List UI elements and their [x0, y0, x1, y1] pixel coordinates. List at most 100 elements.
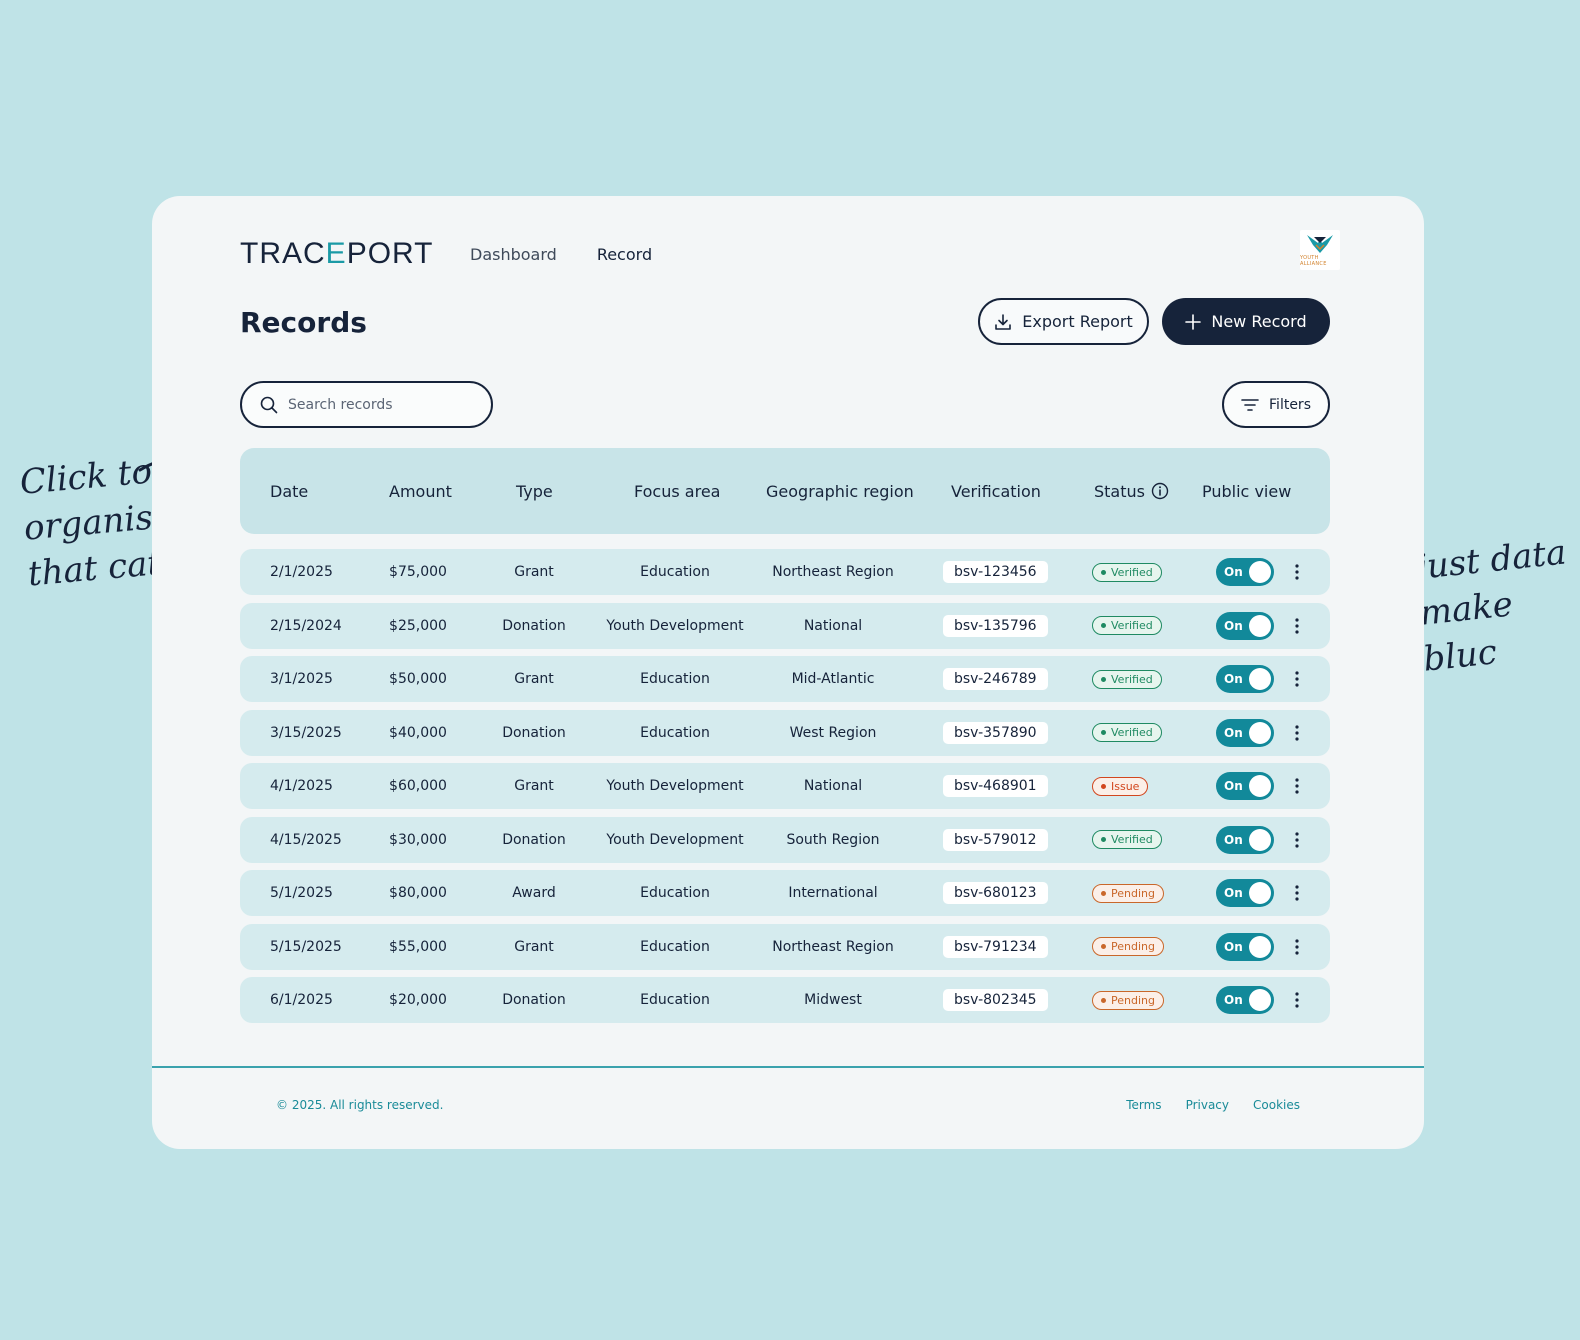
verification-id[interactable]: bsv-357890: [943, 721, 1048, 744]
cell-verification: bsv-791234: [943, 924, 1048, 970]
public-view-toggle[interactable]: On: [1216, 611, 1274, 640]
cell-date: 5/15/2025: [270, 938, 342, 955]
footer-link-cookies[interactable]: Cookies: [1253, 1098, 1300, 1112]
status-badge: Pending: [1092, 990, 1164, 1010]
column-header-type[interactable]: Type: [516, 448, 553, 534]
cell-public-view: On: [1216, 656, 1274, 702]
row-more-menu[interactable]: [1294, 656, 1300, 702]
nav-record[interactable]: Record: [597, 245, 652, 264]
row-more-menu[interactable]: [1294, 603, 1300, 649]
cell-geographic-region: Northeast Region: [772, 564, 894, 580]
cell-type: Donation: [502, 992, 566, 1008]
logo-text-1: TRAC: [240, 237, 326, 270]
status-badge: Issue: [1092, 776, 1149, 796]
verification-id[interactable]: bsv-135796: [943, 614, 1048, 637]
row-more-menu[interactable]: [1294, 549, 1300, 595]
column-header-date[interactable]: Date: [270, 448, 308, 534]
verification-id[interactable]: bsv-468901: [943, 775, 1048, 797]
more-vertical-icon: [1295, 617, 1299, 634]
plus-icon: [1185, 313, 1202, 330]
public-view-toggle[interactable]: On: [1216, 879, 1274, 907]
cell-date: 4/15/2025: [270, 831, 342, 848]
cell-status: Verified: [1092, 710, 1162, 756]
table-row[interactable]: 5/1/2025 $80,000 Award Education Internation…: [240, 870, 1330, 916]
more-vertical-icon: [1295, 992, 1299, 1008]
cell-public-view: On: [1216, 924, 1274, 970]
more-vertical-icon: [1295, 724, 1299, 741]
table-row[interactable]: 6/1/2025 $20,000 Donation Education Midwest b…: [240, 977, 1330, 1023]
verification-id[interactable]: bsv-802345: [943, 989, 1048, 1011]
verification-id[interactable]: bsv-680123: [943, 882, 1048, 904]
table-row[interactable]: 3/1/2025 $50,000 Grant Education Mid-Atlanti…: [240, 656, 1330, 702]
toggle-knob: [1249, 561, 1271, 583]
column-header-verification[interactable]: Verification: [951, 448, 1041, 534]
status-dot: [1101, 569, 1106, 575]
cell-geographic-region: National: [803, 778, 863, 794]
cell-public-view: On: [1216, 603, 1274, 649]
footer-link-terms[interactable]: Terms: [1126, 1098, 1161, 1112]
toggle-label: On: [1224, 939, 1243, 954]
nav-dashboard[interactable]: Dashboard: [470, 245, 557, 264]
verification-id[interactable]: bsv-579012: [943, 828, 1048, 851]
column-header-status[interactable]: Status: [1094, 448, 1169, 534]
public-view-toggle[interactable]: On: [1216, 986, 1274, 1014]
cell-date: 4/1/2025: [270, 778, 333, 794]
public-view-toggle[interactable]: On: [1216, 932, 1274, 961]
toggle-knob: [1249, 775, 1271, 797]
toggle-label: On: [1224, 565, 1243, 579]
verification-id[interactable]: bsv-123456: [943, 561, 1048, 583]
table-row[interactable]: 2/1/2025 $75,000 Grant Education Northeast R…: [240, 549, 1330, 595]
public-view-toggle[interactable]: On: [1216, 718, 1274, 747]
cell-type: Award: [512, 885, 556, 901]
status-dot: [1101, 944, 1106, 949]
filter-icon: [1241, 398, 1259, 411]
column-header-public-view[interactable]: Public view: [1202, 448, 1291, 534]
export-report-button[interactable]: Export Report: [978, 298, 1149, 345]
public-view-toggle[interactable]: On: [1216, 825, 1274, 854]
column-header-label: Verification: [951, 481, 1041, 501]
column-header-geographic-region[interactable]: Geographic region: [766, 448, 914, 534]
cell-verification: bsv-357890: [943, 710, 1048, 756]
cell-date: 2/1/2025: [270, 564, 333, 580]
table-row[interactable]: 5/15/2025 $55,000 Grant Education Northeast …: [240, 923, 1330, 970]
info-icon[interactable]: [1151, 482, 1169, 500]
verification-id[interactable]: bsv-246789: [943, 668, 1048, 690]
column-header-focus-area[interactable]: Focus area: [634, 448, 720, 534]
cell-geographic-region: International: [788, 885, 878, 901]
column-header-amount[interactable]: Amount: [389, 448, 452, 534]
status-dot: [1101, 676, 1106, 682]
toggle-knob: [1249, 935, 1271, 958]
table-row[interactable]: 4/1/2025 $60,000 Grant Youth Development Nat…: [240, 763, 1330, 809]
table-row[interactable]: 4/15/2025 $30,000 Donation Youth Developmen…: [240, 816, 1330, 863]
table-row[interactable]: 2/15/2024 $25,000 Donation Youth Developmen…: [240, 602, 1330, 649]
row-more-menu[interactable]: [1294, 977, 1300, 1023]
cell-focus-area: Education: [640, 885, 710, 901]
search-input[interactable]: [288, 396, 468, 413]
more-vertical-icon: [1295, 938, 1299, 955]
row-more-menu[interactable]: [1294, 870, 1300, 916]
new-record-button[interactable]: New Record: [1162, 298, 1330, 345]
page-title: Records: [240, 306, 367, 339]
row-more-menu[interactable]: [1294, 710, 1300, 756]
status-label: Verified: [1111, 619, 1153, 632]
public-view-toggle[interactable]: On: [1216, 558, 1274, 586]
row-more-menu[interactable]: [1294, 924, 1300, 970]
row-more-menu[interactable]: [1294, 763, 1300, 809]
toggle-knob: [1249, 882, 1271, 904]
cell-amount: $20,000: [389, 992, 447, 1008]
cell-focus-area: Education: [640, 938, 710, 955]
filters-button[interactable]: Filters: [1222, 381, 1330, 428]
verification-id[interactable]: bsv-791234: [943, 935, 1048, 958]
cell-status: Issue: [1092, 763, 1149, 809]
footer-link-privacy[interactable]: Privacy: [1186, 1098, 1229, 1112]
status-badge: Verified: [1092, 669, 1162, 689]
public-view-toggle[interactable]: On: [1216, 665, 1274, 693]
youth-alliance-logo[interactable]: YOUTH ALLIANCE: [1300, 230, 1340, 270]
cell-status: Pending: [1092, 870, 1164, 916]
cell-status: Verified: [1092, 549, 1162, 595]
table-row[interactable]: 3/15/2025 $40,000 Donation Education West Re…: [240, 709, 1330, 756]
traceport-logo[interactable]: TRACEPORT: [240, 237, 470, 271]
row-more-menu[interactable]: [1294, 817, 1300, 863]
public-view-toggle[interactable]: On: [1216, 772, 1274, 800]
column-header-label: Type: [516, 481, 553, 501]
